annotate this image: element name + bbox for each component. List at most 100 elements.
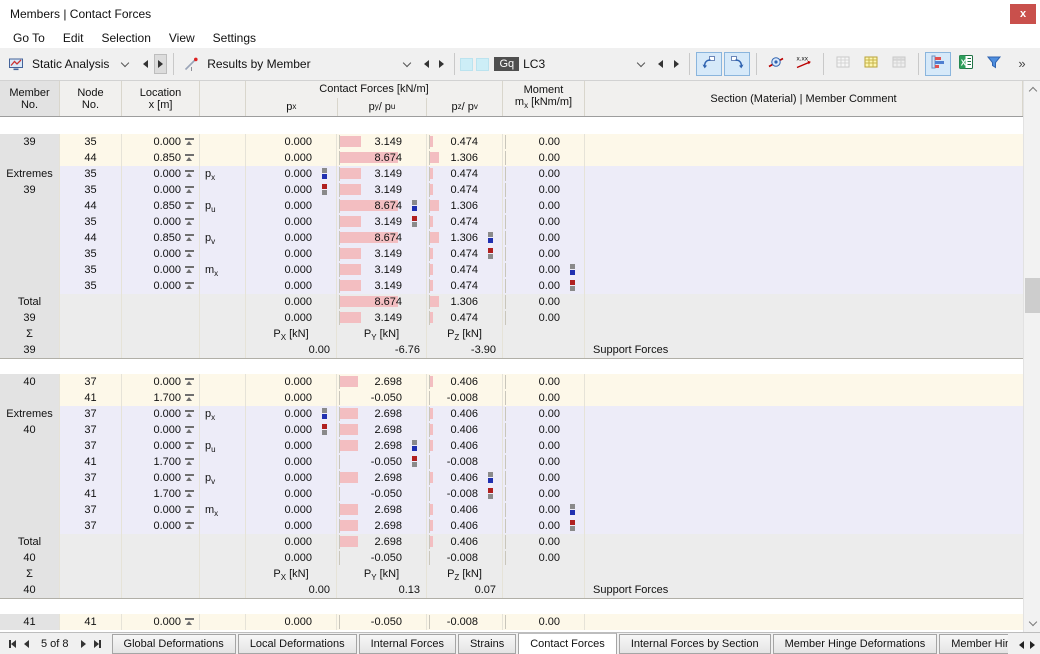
cell-node — [60, 294, 122, 310]
pager-first-button[interactable] — [9, 640, 16, 648]
table-row[interactable]: Extremes 35 0.000 px 0.000 3.149 0.474 0.00 — [0, 166, 1023, 182]
cell-node: 41 — [60, 486, 122, 502]
table-row[interactable]: 35 0.000 0.000 3.149 0.474 0.00 — [0, 214, 1023, 230]
table-row[interactable]: 44 0.850 pv 0.000 8.674 1.306 0.00 — [0, 230, 1023, 246]
toolbar-separator — [917, 53, 919, 75]
table-row[interactable]: 41 1.700 0.000 -0.050 -0.008 0.00 — [0, 486, 1023, 502]
table-row[interactable]: 41 41 0.000 0.000 -0.050 -0.008 0.00 — [0, 614, 1023, 630]
pager-next-button[interactable] — [80, 640, 86, 648]
vertical-scrollbar[interactable] — [1023, 81, 1040, 632]
cell-envelope-label: px — [200, 406, 246, 422]
tab-strains[interactable]: Strains — [457, 634, 517, 654]
tab-global-deformations[interactable]: Global Deformations — [111, 634, 236, 654]
cell-member — [0, 246, 60, 262]
result-diagram-button[interactable] — [924, 52, 951, 76]
table-edit-button[interactable] — [858, 52, 884, 76]
cell-py: 2.698 — [337, 518, 427, 534]
cell-pz: 0.406 — [427, 470, 503, 486]
tab-member-hinge-deformations[interactable]: Member Hinge Deformations — [772, 634, 938, 654]
cell-section — [585, 182, 1023, 198]
cell-mx: 0.00 — [503, 470, 585, 486]
table-row[interactable]: 40 0.00 0.13 0.07 Support Forces — [0, 582, 1023, 598]
cell-node: 35 — [60, 134, 122, 150]
loadcase-prev-button[interactable] — [654, 54, 667, 74]
table-row[interactable]: 41 1.700 0.000 -0.050 -0.008 0.00 — [0, 454, 1023, 470]
cell-py: 2.698 — [337, 438, 427, 454]
excel-export-button[interactable]: X — [953, 52, 979, 76]
pager-prev-button[interactable] — [24, 640, 29, 648]
scroll-up-button[interactable] — [1024, 81, 1040, 98]
results-prev-button[interactable] — [420, 54, 433, 74]
table-row[interactable]: 44 0.850 0.000 8.674 1.306 0.00 — [0, 150, 1023, 166]
table-row[interactable]: 40 37 0.000 0.000 2.698 0.406 0.00 — [0, 374, 1023, 390]
toolbar-overflow-button[interactable]: » — [1009, 52, 1035, 76]
table-row[interactable]: 37 0.000 pv 0.000 2.698 0.406 0.00 — [0, 470, 1023, 486]
analysis-next-button[interactable] — [153, 54, 168, 74]
toolbar-buttons: x.xx X » — [695, 52, 1036, 76]
cell-member: Σ — [0, 326, 60, 342]
show-result-values-button[interactable] — [763, 52, 789, 76]
table-row[interactable]: 35 0.000 0.000 3.149 0.474 0.00 — [0, 278, 1023, 294]
table-row[interactable]: 40 37 0.000 0.000 2.698 0.406 0.00 — [0, 422, 1023, 438]
tab-scroll-left-button[interactable] — [1019, 640, 1024, 649]
menu-goto[interactable]: Go To — [4, 29, 54, 47]
table-row[interactable]: 37 0.000 0.000 2.698 0.406 0.00 — [0, 518, 1023, 534]
menu-selection[interactable]: Selection — [93, 29, 160, 47]
analysis-combo[interactable]: Static Analysis — [4, 51, 137, 77]
cell-mx — [503, 566, 585, 582]
pick-object-button[interactable] — [695, 52, 722, 76]
cell-member: Extremes — [0, 166, 60, 182]
menu-edit[interactable]: Edit — [54, 29, 93, 47]
table-row[interactable]: Total 0.000 2.698 0.406 0.00 — [0, 534, 1023, 550]
loadcase-combo[interactable]: Gq LC3 — [460, 51, 653, 77]
cell-envelope-label — [200, 550, 246, 566]
cell-location: 0.000 — [122, 134, 200, 150]
table-row[interactable]: 39 0.000 3.149 0.474 0.00 — [0, 310, 1023, 326]
tab-local-deformations[interactable]: Local Deformations — [237, 634, 357, 654]
cell-node — [60, 582, 122, 598]
chevron-down-icon[interactable] — [402, 58, 411, 67]
table-row[interactable]: 40 0.000 -0.050 -0.008 0.00 — [0, 550, 1023, 566]
jump-to-table-button[interactable] — [723, 52, 750, 76]
table-row[interactable]: 37 0.000 mx 0.000 2.698 0.406 0.00 — [0, 502, 1023, 518]
decimal-places-button[interactable]: x.xx — [791, 52, 817, 76]
cell-section — [585, 262, 1023, 278]
filter-button[interactable] — [981, 52, 1007, 76]
table-row[interactable]: Σ PX [kN] PY [kN] PZ [kN] — [0, 566, 1023, 582]
results-next-button[interactable] — [435, 54, 448, 74]
table-row[interactable]: Σ PX [kN] PY [kN] PZ [kN] — [0, 326, 1023, 342]
scrollbar-thumb[interactable] — [1025, 278, 1040, 313]
table-row[interactable]: Extremes 37 0.000 px 0.000 2.698 0.406 0.00 — [0, 406, 1023, 422]
tab-scroll-right-button[interactable] — [1030, 640, 1035, 649]
cell-location: 0.000 — [122, 166, 200, 182]
table-row[interactable]: 39 0.00 -6.76 -3.90 Support Forces — [0, 342, 1023, 358]
table-row[interactable]: 35 0.000 mx 0.000 3.149 0.474 0.00 — [0, 262, 1023, 278]
header-py-pu: py / pu — [336, 97, 427, 116]
max-marker — [570, 264, 575, 275]
table-row[interactable]: 44 0.850 pu 0.000 8.674 1.306 0.00 — [0, 198, 1023, 214]
loadcase-next-button[interactable] — [670, 54, 683, 74]
close-button[interactable]: x — [1010, 4, 1036, 24]
cell-location: 0.000 — [122, 518, 200, 534]
tab-contact-forces[interactable]: Contact Forces — [518, 633, 617, 654]
location-extreme-icon — [185, 137, 195, 146]
menu-settings[interactable]: Settings — [204, 29, 265, 47]
tab-internal-forces-by-section[interactable]: Internal Forces by Section — [618, 634, 771, 654]
table-row[interactable]: Total 0.000 8.674 1.306 0.00 — [0, 294, 1023, 310]
table-row[interactable]: 39 35 0.000 0.000 3.149 0.474 0.00 — [0, 182, 1023, 198]
cell-envelope-label: pv — [200, 470, 246, 486]
tab-internal-forces[interactable]: Internal Forces — [358, 634, 456, 654]
results-combo[interactable]: I Results by Member — [179, 51, 418, 77]
menu-view[interactable]: View — [160, 29, 204, 47]
cell-px: 0.000 — [246, 518, 337, 534]
tab-scroll-buttons — [1008, 634, 1040, 654]
pager-last-button[interactable] — [93, 640, 101, 648]
analysis-prev-button[interactable] — [138, 54, 151, 74]
chevron-down-icon[interactable] — [121, 58, 130, 67]
chevron-down-icon[interactable] — [636, 58, 646, 67]
table-row[interactable]: 39 35 0.000 0.000 3.149 0.474 0.00 — [0, 134, 1023, 150]
table-row[interactable]: 41 1.700 0.000 -0.050 -0.008 0.00 — [0, 390, 1023, 406]
table-row[interactable]: 37 0.000 pu 0.000 2.698 0.406 0.00 — [0, 438, 1023, 454]
scroll-down-button[interactable] — [1024, 615, 1040, 632]
table-row[interactable]: 35 0.000 0.000 3.149 0.474 0.00 — [0, 246, 1023, 262]
